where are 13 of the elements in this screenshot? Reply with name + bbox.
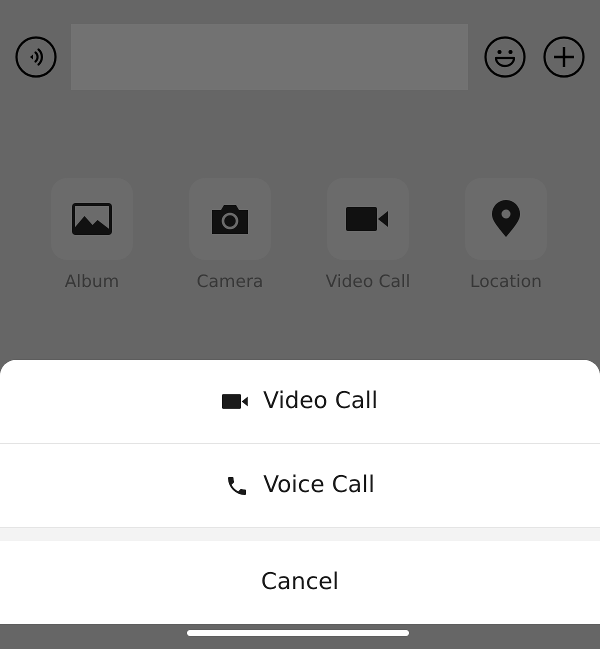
camera-icon xyxy=(210,203,250,235)
panel-tile[interactable] xyxy=(189,178,271,260)
voice-icon[interactable] xyxy=(15,36,57,78)
emoji-icon[interactable] xyxy=(484,36,526,78)
panel-tile[interactable] xyxy=(327,178,409,260)
image-icon xyxy=(72,203,112,235)
panel-tile[interactable] xyxy=(465,178,547,260)
location-pin-icon xyxy=(491,200,521,238)
panel-tile[interactable] xyxy=(51,178,133,260)
plus-icon[interactable] xyxy=(543,36,585,78)
video-camera-icon xyxy=(222,393,250,410)
sheet-option[interactable]: Video Call xyxy=(0,360,600,444)
video-camera-icon xyxy=(346,206,390,232)
